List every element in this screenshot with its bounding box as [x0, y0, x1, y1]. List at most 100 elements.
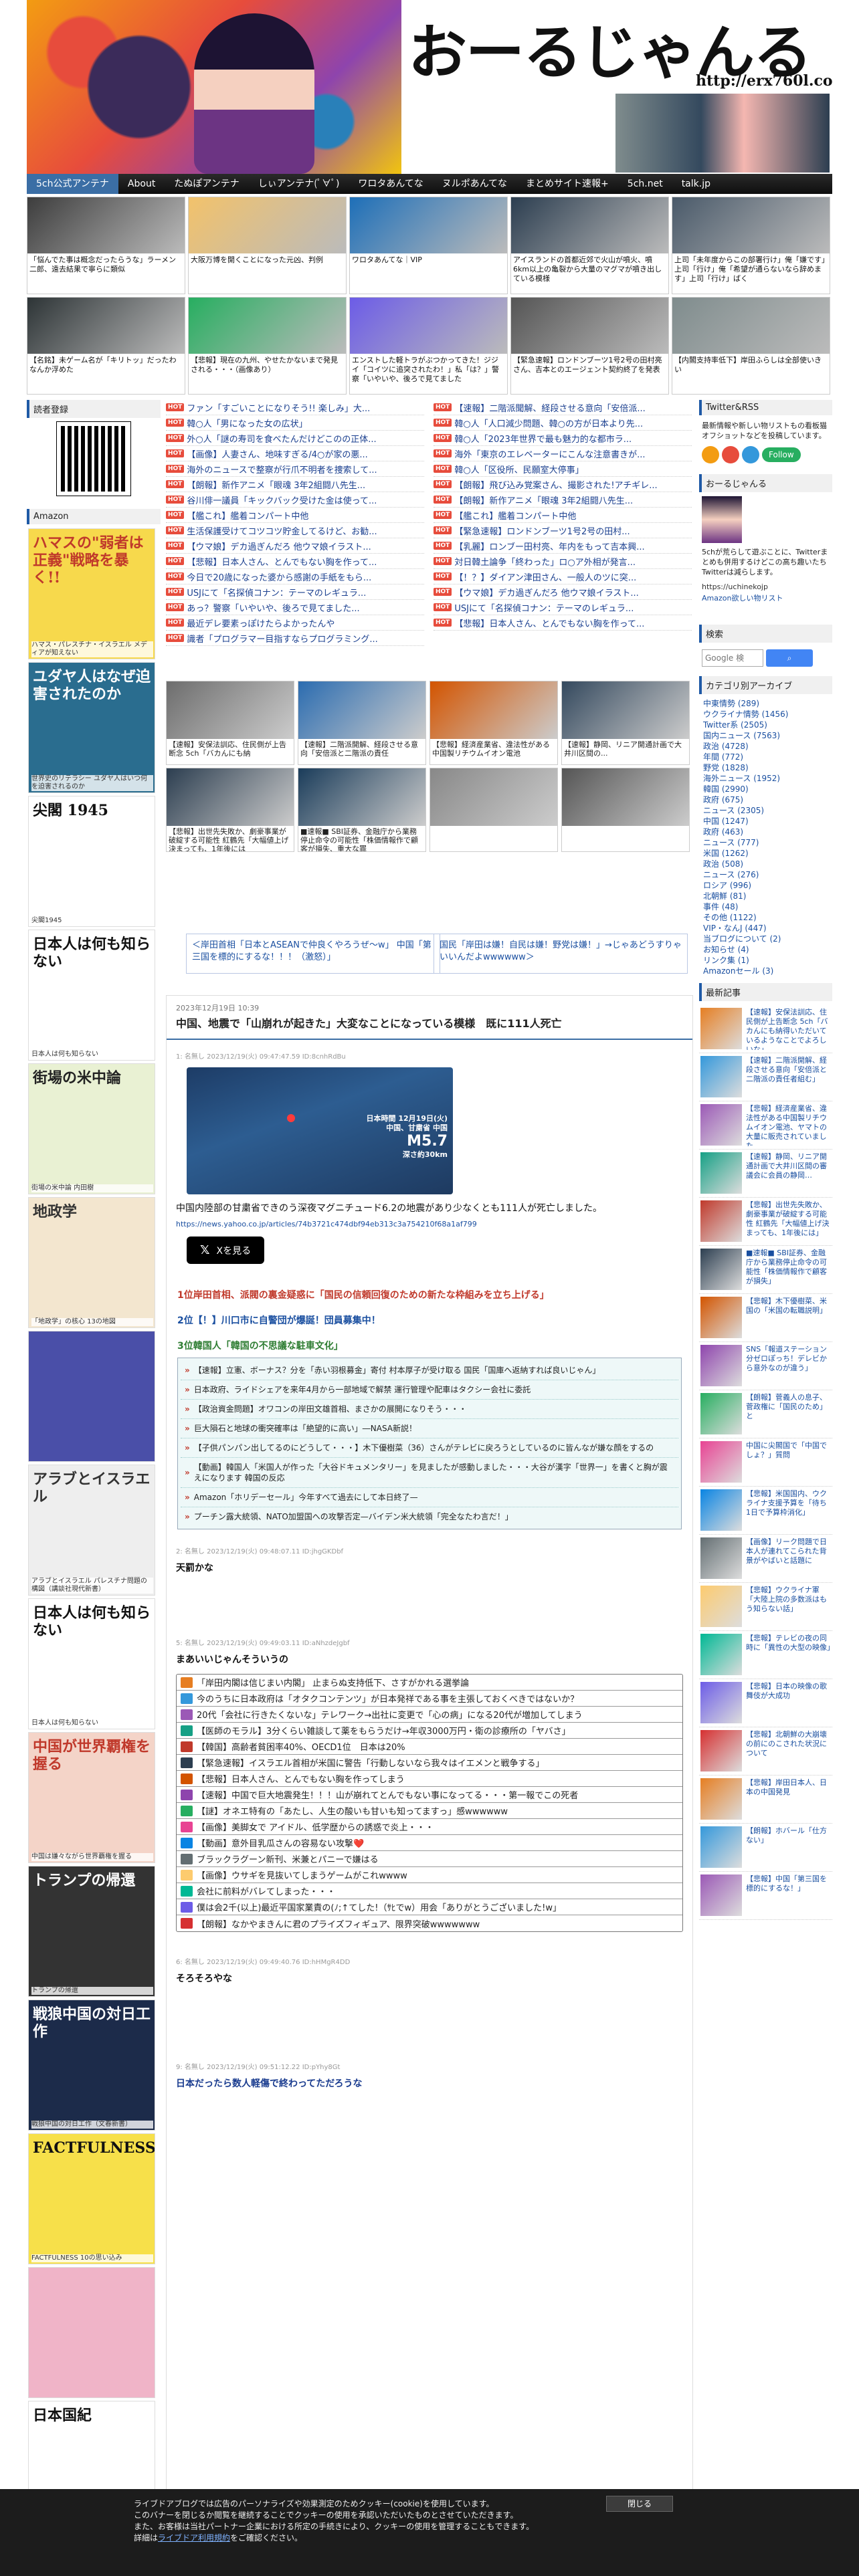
amazon-book[interactable]: アラブとイスラエル アラブとイスラエル パレスチナ問題の構図（講談社現代新書） [28, 1465, 155, 1596]
recommended-item[interactable]: » 巨大隕石と地球の衝突確率は「絶望的に高い」―NASA新説！ [181, 1419, 678, 1438]
mid-thumbnail-card[interactable]: 【悲報】経済産業省、違法性がある中国製リチウムイオン電池 [430, 681, 558, 765]
mid-thumbnail-card[interactable]: ■速報■ SBI証券、金融庁から業務停止命令の可能性「株価情報作で顧客が損失、重… [298, 768, 426, 852]
related-article[interactable]: 【動画】意外目乳瓜さんの容易ない攻撃❤️ [177, 1835, 682, 1851]
thumbnail-card[interactable]: 【悲報】現在の九州、やせたかないまで発見される・・・（画像あり） [188, 297, 347, 395]
related-article[interactable]: 【緊急速報】イスラエル首相が米国に警告「行動しないなら我々はイエメンと戦争する」 [177, 1755, 682, 1771]
related-article[interactable]: ブラックラグーン新刊、米兼とパニーで嫌はる [177, 1851, 682, 1867]
headline-item[interactable]: HOT 韓○人「男になった女の広状」 [166, 415, 424, 431]
ranking-item[interactable]: 3位韓国人「韓国の不思議な駐車文化」 [177, 1339, 682, 1352]
category-link[interactable]: 事件 (48) [699, 901, 832, 912]
twitter-icon[interactable] [742, 446, 759, 463]
amazon-book[interactable] [28, 1331, 155, 1462]
headline-item[interactable]: HOT 今日で20歳になった婆から感謝の手紙をもら... [166, 569, 424, 584]
amazon-book[interactable]: ユダヤ人はなぜ迫害されたのか 世界史のリテラシー ユダヤ人はいつ何を迫害されるのか [28, 662, 155, 793]
related-article[interactable]: 【画像】ウサギを見抜いてしまうゲームがこれwwww [177, 1867, 682, 1883]
latest-article[interactable]: 【悲報】ウクライナ軍「大陸上院の多数派はもう知らない話」 [699, 1583, 832, 1631]
mid-thumbnail-card[interactable] [430, 768, 558, 852]
headline-item[interactable]: HOT 【乳麗】ロンブー田村亮、年内をもって吉本興... [434, 538, 692, 554]
headline-item[interactable]: HOT 【画像】人妻さん、地味すぎる/4○が家の悪... [166, 446, 424, 461]
headline-item[interactable]: HOT 【ウマ娘】デカ過ぎんだろ 他ウマ娘イラスト... [166, 538, 424, 554]
category-link[interactable]: 当ブログについて (2) [699, 934, 832, 944]
next-article-link[interactable]: 国民「岸田は嫌！自民は嫌！野党は嫌！」→じゃあどうすりゃいいんだよwwwwww＞ [434, 934, 688, 974]
nav-item[interactable]: ヌルポあんてな [433, 174, 516, 194]
category-link[interactable]: ロシア (996) [699, 880, 832, 891]
recommended-item[interactable]: » プーチン露大統領、NATO加盟国への攻撃否定—バイデン米大統領「完全なたわ言だ… [181, 1507, 678, 1526]
headline-item[interactable]: HOT 海外「東京のエレベーターにこんな注意書きが... [434, 446, 692, 461]
recommended-item[interactable]: » 【速報】立憲、ボーナス？分を「赤い羽根募金」寄付 村本厚子が受け取る 国民「国… [181, 1361, 678, 1380]
wishlist-link[interactable]: Amazon欲しい物リスト [699, 591, 832, 605]
latest-article[interactable]: 【悲報】木下優樹菜、米国の「米国の転職説明」 [699, 1294, 832, 1342]
thumbnail-card[interactable]: ワロタあんてな｜VIP [349, 197, 508, 294]
mid-thumbnail-card[interactable]: 【速報】静岡、リニア開通計画で大井川区間の... [561, 681, 690, 765]
related-article[interactable]: 【朗報】なかやまきんに君のプライズフィギュア、限界突破wwwwwww [177, 1915, 682, 1931]
amazon-book[interactable]: FACTFULNESS FACTFULNESS 10の思い込み [28, 2133, 155, 2264]
nav-item[interactable]: ワロタあんてな [349, 174, 432, 194]
headline-item[interactable]: HOT 谷川俳一議員「キックバック受けた金は使って... [166, 492, 424, 508]
cookie-close-button[interactable]: 閉じる [606, 2496, 673, 2512]
amazon-book[interactable]: 日本人は何も知らない 日本人は何も知らない [28, 930, 155, 1061]
category-link[interactable]: ニュース (276) [699, 869, 832, 880]
thumbnail-card[interactable]: 【内閣支持率低下】岸田ふらしは全部使いきい [672, 297, 830, 395]
search-button[interactable]: ⌕ [766, 649, 813, 667]
headline-item[interactable]: HOT 【！？】ダイアン津田さん、一般人のツに突... [434, 569, 692, 584]
headline-item[interactable]: HOT 外○人「謎の寿司を食べたんだけどこのの正体... [166, 431, 424, 446]
category-link[interactable]: 政治 (4728) [699, 741, 832, 752]
latest-article[interactable]: 【速報】二階派開解、経段させる意向「安倍派と二階派の責任者組む」 [699, 1053, 832, 1101]
thumbnail-card[interactable]: 【緊急速報】ロンドンブーツ1号2号の田村亮さん、吉本とのエージェント契約終了を発… [510, 297, 669, 395]
amazon-book[interactable]: トランプの帰還 トランプの帰還 [28, 1866, 155, 1997]
category-link[interactable]: 政府 (463) [699, 827, 832, 837]
source-link[interactable]: https://news.yahoo.co.jp/articles/74b372… [176, 1220, 683, 1228]
latest-article[interactable]: ■速報■ SBI証券、金融庁から業務停止命令の可能性「株価情報作で顧客が損失」 [699, 1246, 832, 1294]
recommended-item[interactable]: » 日本政府、ライドシェアを来年4月から一部地域で解禁 運行管理や配車はタクシー会… [181, 1380, 678, 1400]
rss-icon[interactable] [702, 446, 719, 463]
related-article[interactable]: 会社に前料がバレてしまった・・・ [177, 1883, 682, 1899]
related-article[interactable]: 「岸田内閣は信じまい内閣」 止まらぬ支持低下、さすがかれる選挙論 [177, 1675, 682, 1691]
ranking-item[interactable]: 2位【！】川口市に自警団が爆誕！団員募集中！ [177, 1313, 682, 1327]
latest-article[interactable]: 【速報】静岡、リニア開通計画で大井川区間の審議会に会員の静岡… [699, 1150, 832, 1198]
mid-thumbnail-card[interactable]: 【悲報】出世先失敗か、劇豪事業が破綻する可能性 紅鶴先「大幅値上げ決まっても、1… [166, 768, 294, 852]
latest-article[interactable]: 【朗報】ホバール「仕方ない」 [699, 1824, 832, 1872]
follow-button[interactable]: Follow [762, 447, 801, 462]
nav-item[interactable]: しぃアンテナ(ﾟ∀ﾟ) [249, 174, 349, 194]
thumbnail-card[interactable]: エンストした軽トラがぶつかってきた！ジジイ「コイツに追突されたわ！」私「は？」警… [349, 297, 508, 395]
category-link[interactable]: 国内ニュース (7563) [699, 730, 832, 741]
headline-item[interactable]: HOT 生活保護受けてコツコツ貯金してるけど、お勧... [166, 523, 424, 538]
headline-item[interactable]: HOT USJにて「名探偵コナン：テーマのレギュラ... [166, 584, 424, 600]
nav-item[interactable]: About [118, 174, 165, 194]
qr-code-image[interactable] [56, 421, 131, 496]
headline-item[interactable]: HOT 識者「プログラマー目指すならプログラミング... [166, 631, 424, 646]
category-link[interactable]: 米国 (1262) [699, 848, 832, 859]
category-link[interactable]: お知らせ (4) [699, 944, 832, 955]
amazon-book[interactable] [28, 2267, 155, 2398]
latest-article[interactable]: 【悲報】岸田日本人、日本の中国発見 [699, 1776, 832, 1824]
ranking-item[interactable]: 1位岸田首相、派閥の裏金疑惑に「国民の信頼回復のための新たな枠組みを立ち上げる」 [177, 1288, 682, 1301]
recommended-item[interactable]: » 【政治資金問題】オワコンの岸田文雄首相、まさかの展開になりそう・・・ [181, 1400, 678, 1419]
category-link[interactable]: VIP・なんJ (447) [699, 923, 832, 934]
terms-link[interactable]: ライブドア利用規約 [158, 2533, 230, 2543]
latest-article[interactable]: 中国に尖閣国で「中国でしょ？」質問 [699, 1438, 832, 1487]
profile-link[interactable]: https://uchinekojp [699, 578, 832, 591]
thumbnail-card[interactable]: 【名銘】未ゲーム名が「キリトッ」だったわ なんか浮めた [27, 297, 185, 395]
category-link[interactable]: その他 (1122) [699, 912, 832, 923]
headline-item[interactable]: HOT 【朗報】新作アニメ「眼魂 3年2組闘八先生... [434, 492, 692, 508]
related-article[interactable]: 今のうちに日本政府は「オタクコンテンツ」が日本発祥である事を主張しておくべきでは… [177, 1691, 682, 1707]
headline-item[interactable]: HOT 【朗報】新作アニメ「眼魂 3年2組闘八先生... [166, 477, 424, 492]
headline-item[interactable]: HOT 【悲報】日本人さん、とんでもない胸を作って... [166, 554, 424, 569]
category-link[interactable]: Twitter系 (2505) [699, 720, 832, 730]
nav-item[interactable]: 5ch公式アンテナ [27, 174, 118, 194]
amazon-book[interactable]: 街場の米中論 街場の米中論 内田樹 [28, 1063, 155, 1194]
amazon-book[interactable]: 中国が世界覇権を握る 中国は嫌々ながら世界覇権を握る [28, 1732, 155, 1863]
latest-article[interactable]: SNS「報道ステーション分ゼロぽっち！デレビから意外なのが違う」 [699, 1342, 832, 1390]
nav-item[interactable]: たぬぽアンテナ [165, 174, 248, 194]
latest-article[interactable]: 【悲報】米国国内、ウクライナ支援予算を「待ち1日で予算枠消化」 [699, 1487, 832, 1535]
headline-item[interactable]: HOT 【艦これ】艦着コンパート中他 [166, 508, 424, 523]
category-link[interactable]: リンク集 (1) [699, 955, 832, 966]
category-link[interactable]: ニュース (2305) [699, 805, 832, 816]
earthquake-map-image[interactable]: 日本時間 12月19日(火) 中国、甘粛省 中国 M5.7 深さ約30km [187, 1067, 453, 1194]
category-link[interactable]: 野党 (1828) [699, 762, 832, 773]
latest-article[interactable]: 【悲報】北朝鮮の大崩壊の前にのこされた状況について [699, 1727, 832, 1776]
mid-thumbnail-card[interactable]: 【速報】二階派開解、経段させる意向「安倍派と二階派の責任 [298, 681, 426, 765]
category-link[interactable]: ニュース (777) [699, 837, 832, 848]
category-link[interactable]: 中東情勢 (289) [699, 698, 832, 709]
thumbnail-card[interactable]: 上司「未年度からこの部署行け」俺「嫌です」上司「行け」俺「希望が通らないなら辞め… [672, 197, 830, 294]
